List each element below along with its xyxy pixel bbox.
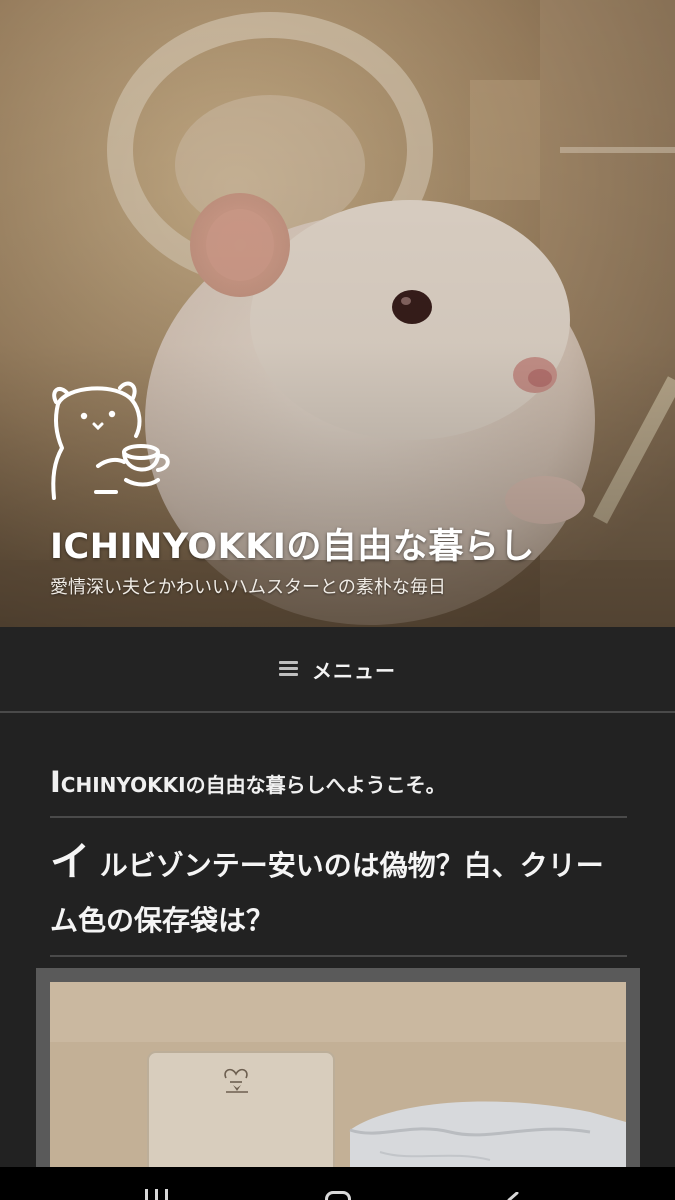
site-tagline: 愛情深い夫とかわいいハムスターとの素朴な毎日 [50,577,446,598]
post-thumbnail-frame[interactable] [36,968,640,1200]
site-title[interactable]: ICHINYOKKIの自由な暮らし [50,518,650,569]
divider [50,955,627,957]
menu-label[interactable]: メニュー [312,655,396,684]
site-header: ICHINYOKKIの自由な暮らし 愛情深い夫とかわいいハムスターとの素朴な毎日 [0,0,675,627]
recents-icon[interactable] [145,1189,173,1200]
main-content: ICHINYOKKIの自由な暮らしへようこそ。 イ ルビゾンテー安いのは偽物？白… [0,713,675,1200]
hamster-logo-icon[interactable] [46,374,176,504]
home-icon[interactable] [325,1191,351,1200]
post-title-dropcap[interactable]: イ [50,839,90,885]
menu-bar: メニュー [0,627,675,713]
hamburger-icon[interactable] [279,661,298,677]
post-title-link[interactable]: イ ルビゾンテー安いのは偽物？白、クリーム色の保存袋は？ [50,835,627,948]
welcome-heading: ICHINYOKKIの自由な暮らしへようこそ。 [50,765,627,799]
back-icon[interactable] [505,1192,521,1200]
system-nav-bar [0,1167,675,1200]
menu-toggle-button[interactable]: メニュー [279,655,396,684]
post-title-text[interactable]: ルビゾンテー安いのは偽物？白、クリーム色の保存袋は？ [50,849,604,937]
divider [50,816,627,818]
welcome-text: CHINYOKKIの自由な暮らしへようこそ。 [60,773,446,797]
welcome-dropcap: I [50,765,61,799]
